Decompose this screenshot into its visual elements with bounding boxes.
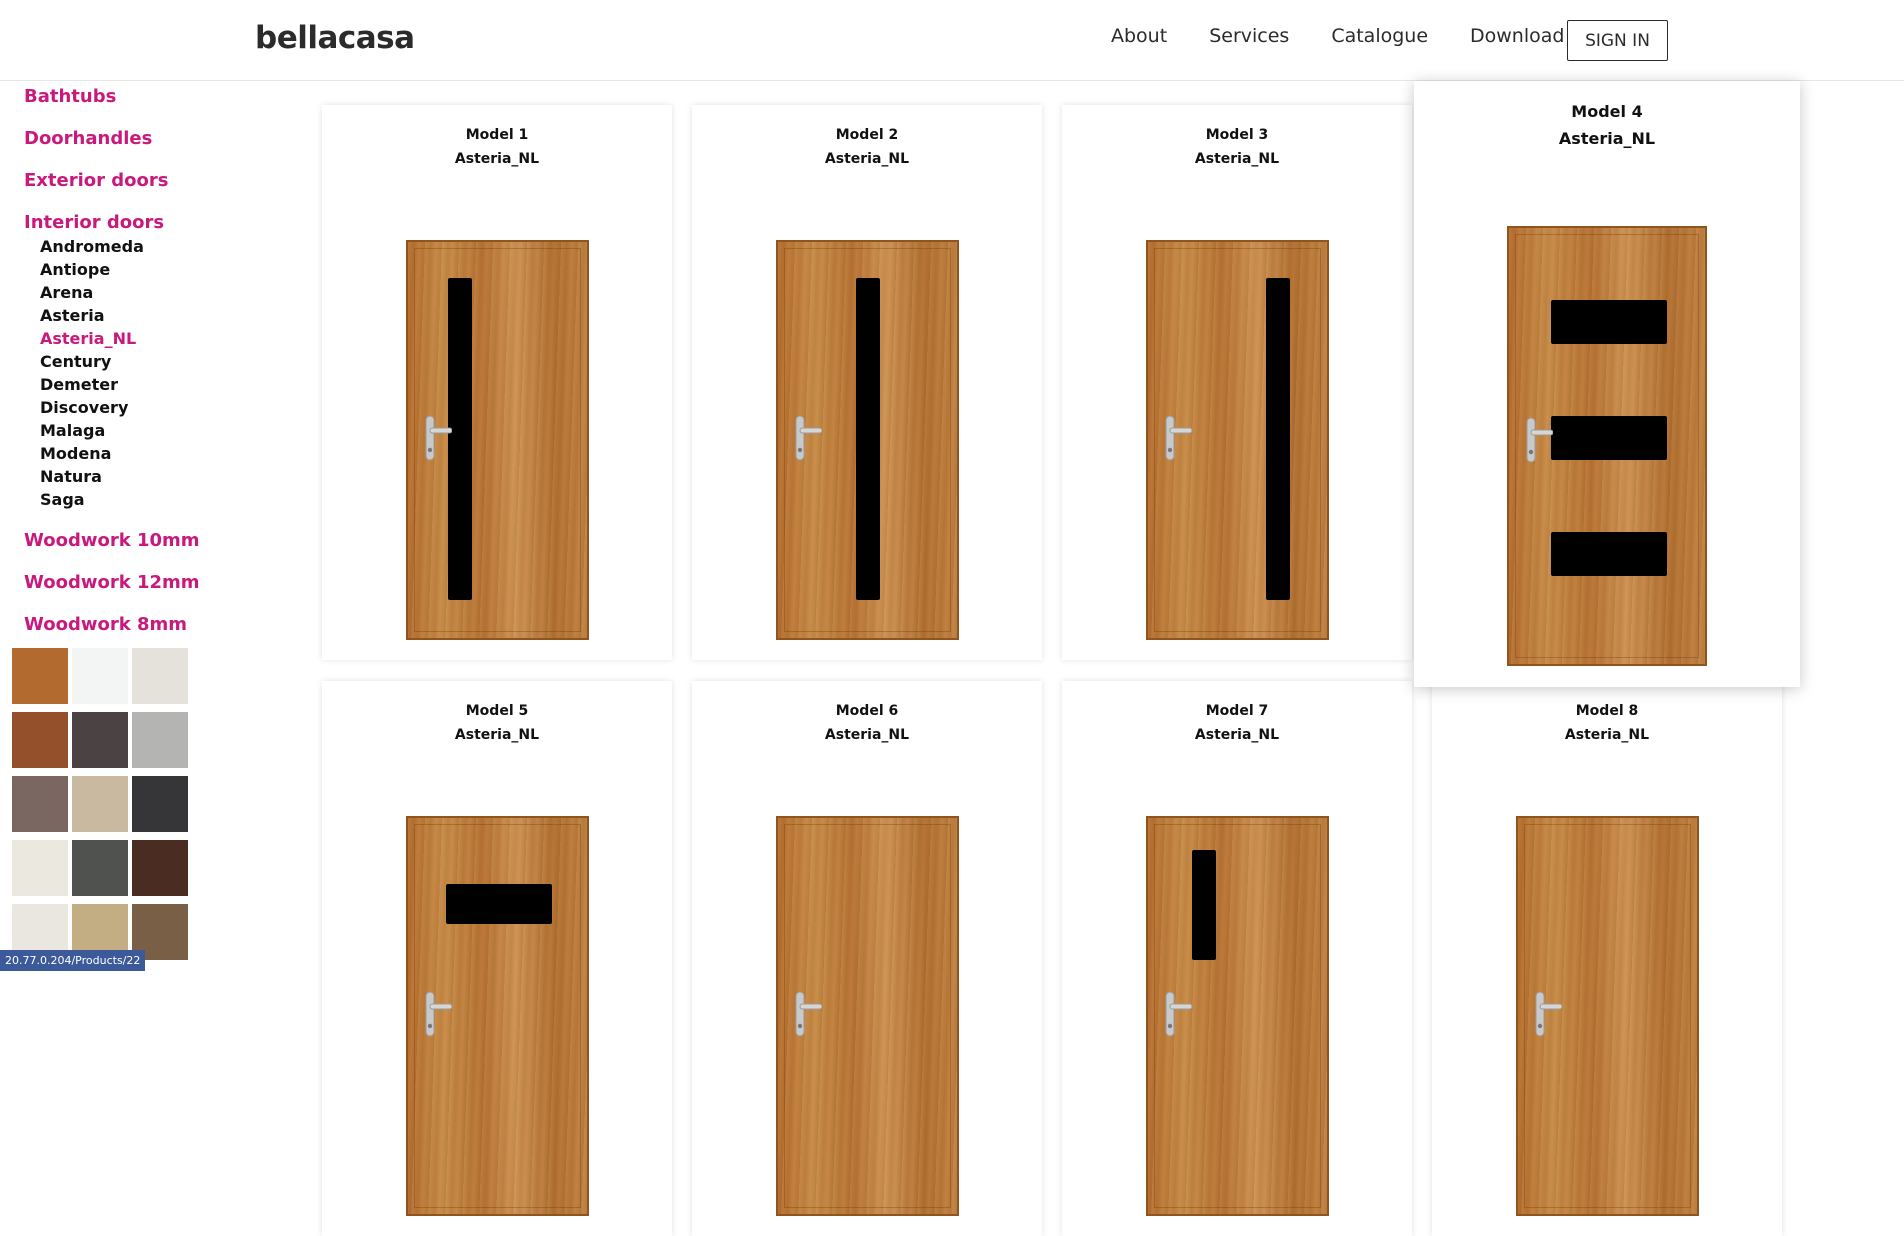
product-card[interactable]: Model 8 Asteria_NL [1432, 681, 1782, 1236]
color-swatch[interactable] [72, 648, 128, 704]
door-image [776, 816, 959, 1216]
color-swatch[interactable] [132, 776, 188, 832]
product-series: Asteria_NL [1194, 151, 1280, 167]
sidebar-category-woodwork-10mm[interactable]: Woodwork 10mm [24, 530, 200, 551]
color-swatch[interactable] [12, 776, 68, 832]
nav-catalogue[interactable]: Catalogue [1331, 25, 1428, 47]
site-header: bellacasa About Services Catalogue Downl… [0, 0, 1904, 81]
color-swatch[interactable] [72, 840, 128, 896]
color-swatch[interactable] [12, 712, 68, 768]
color-swatch[interactable] [132, 840, 188, 896]
sidebar-item-demeter[interactable]: Demeter [40, 375, 118, 394]
color-swatch[interactable] [12, 840, 68, 896]
product-title: Model 3 [1205, 127, 1269, 143]
sidebar-item-century[interactable]: Century [40, 352, 111, 371]
sidebar-category-bathtubs[interactable]: Bathtubs [24, 86, 116, 107]
door-handle-icon [1525, 416, 1554, 468]
door-glass-panel [1266, 278, 1290, 600]
product-series: Asteria_NL [1194, 727, 1280, 743]
product-title: Model 1 [465, 127, 529, 143]
product-series: Asteria_NL [1558, 129, 1656, 148]
sidebar-item-asteria-nl[interactable]: Asteria_NL [40, 329, 136, 348]
sidebar-item-saga[interactable]: Saga [40, 490, 85, 509]
door-image [406, 240, 589, 640]
door-handle-icon [424, 990, 453, 1042]
door-image [1516, 816, 1699, 1216]
product-series: Asteria_NL [824, 727, 910, 743]
door-image [1507, 226, 1707, 666]
main-nav: About Services Catalogue Download [1111, 25, 1606, 47]
color-swatch[interactable] [132, 648, 188, 704]
sidebar-item-andromeda[interactable]: Andromeda [40, 237, 144, 256]
brand-logo[interactable]: bellacasa [255, 20, 415, 56]
sidebar-item-asteria[interactable]: Asteria [40, 306, 105, 325]
product-card[interactable]: Model 2 Asteria_NL [692, 105, 1042, 660]
door-handle-icon [424, 414, 453, 466]
door-image [1146, 240, 1329, 640]
sidebar-item-malaga[interactable]: Malaga [40, 421, 105, 440]
door-glass-panel [446, 884, 552, 924]
door-glass-panel [856, 278, 880, 600]
product-card[interactable]: Model 3 Asteria_NL [1062, 105, 1412, 660]
door-image [406, 816, 589, 1216]
product-series: Asteria_NL [824, 151, 910, 167]
sidebar-item-antiope[interactable]: Antiope [40, 260, 110, 279]
product-card[interactable]: Model 5 Asteria_NL [322, 681, 672, 1236]
door-glass-panel [1551, 416, 1667, 460]
sidebar-item-discovery[interactable]: Discovery [40, 398, 128, 417]
product-title: Model 7 [1205, 703, 1269, 719]
nav-services[interactable]: Services [1209, 25, 1289, 47]
door-image [1146, 816, 1329, 1216]
color-swatch[interactable] [12, 648, 68, 704]
door-handle-icon [794, 414, 823, 466]
product-title: Model 6 [835, 703, 899, 719]
sidebar-category-doorhandles[interactable]: Doorhandles [24, 128, 152, 149]
product-card[interactable]: Model 7 Asteria_NL [1062, 681, 1412, 1236]
product-card[interactable]: Model 1 Asteria_NL [322, 105, 672, 660]
color-swatch[interactable] [72, 776, 128, 832]
door-handle-icon [794, 990, 823, 1042]
door-handle-icon [1534, 990, 1563, 1042]
door-glass-panel [1192, 850, 1216, 960]
product-card[interactable]: Model 6 Asteria_NL [692, 681, 1042, 1236]
color-swatch[interactable] [72, 712, 128, 768]
sidebar-category-woodwork-8mm[interactable]: Woodwork 8mm [24, 614, 187, 635]
product-series: Asteria_NL [454, 727, 540, 743]
nav-download[interactable]: Download [1470, 25, 1564, 47]
product-series: Asteria_NL [454, 151, 540, 167]
door-handle-icon [1164, 414, 1193, 466]
product-title: Model 4 [1571, 102, 1643, 121]
sign-in-button[interactable]: SIGN IN [1567, 20, 1668, 61]
product-card[interactable]: Model 4 Asteria_NL [1414, 81, 1800, 687]
sidebar-category-woodwork-12mm[interactable]: Woodwork 12mm [24, 572, 200, 593]
door-handle-icon [1164, 990, 1193, 1042]
product-title: Model 5 [465, 703, 529, 719]
door-glass-panel [1551, 532, 1667, 576]
product-title: Model 8 [1575, 703, 1639, 719]
product-series: Asteria_NL [1564, 727, 1650, 743]
door-glass-panel [1551, 300, 1667, 344]
sidebar-category-exterior-doors[interactable]: Exterior doors [24, 170, 168, 191]
sidebar-category-interior-doors[interactable]: Interior doors [24, 212, 164, 233]
door-image [776, 240, 959, 640]
color-swatches [12, 648, 188, 960]
nav-about[interactable]: About [1111, 25, 1167, 47]
sidebar-item-modena[interactable]: Modena [40, 444, 111, 463]
color-swatch[interactable] [132, 712, 188, 768]
sidebar-item-natura[interactable]: Natura [40, 467, 102, 486]
status-url: 20.77.0.204/Products/22 [0, 950, 146, 971]
product-title: Model 2 [835, 127, 899, 143]
sidebar-item-arena[interactable]: Arena [40, 283, 93, 302]
